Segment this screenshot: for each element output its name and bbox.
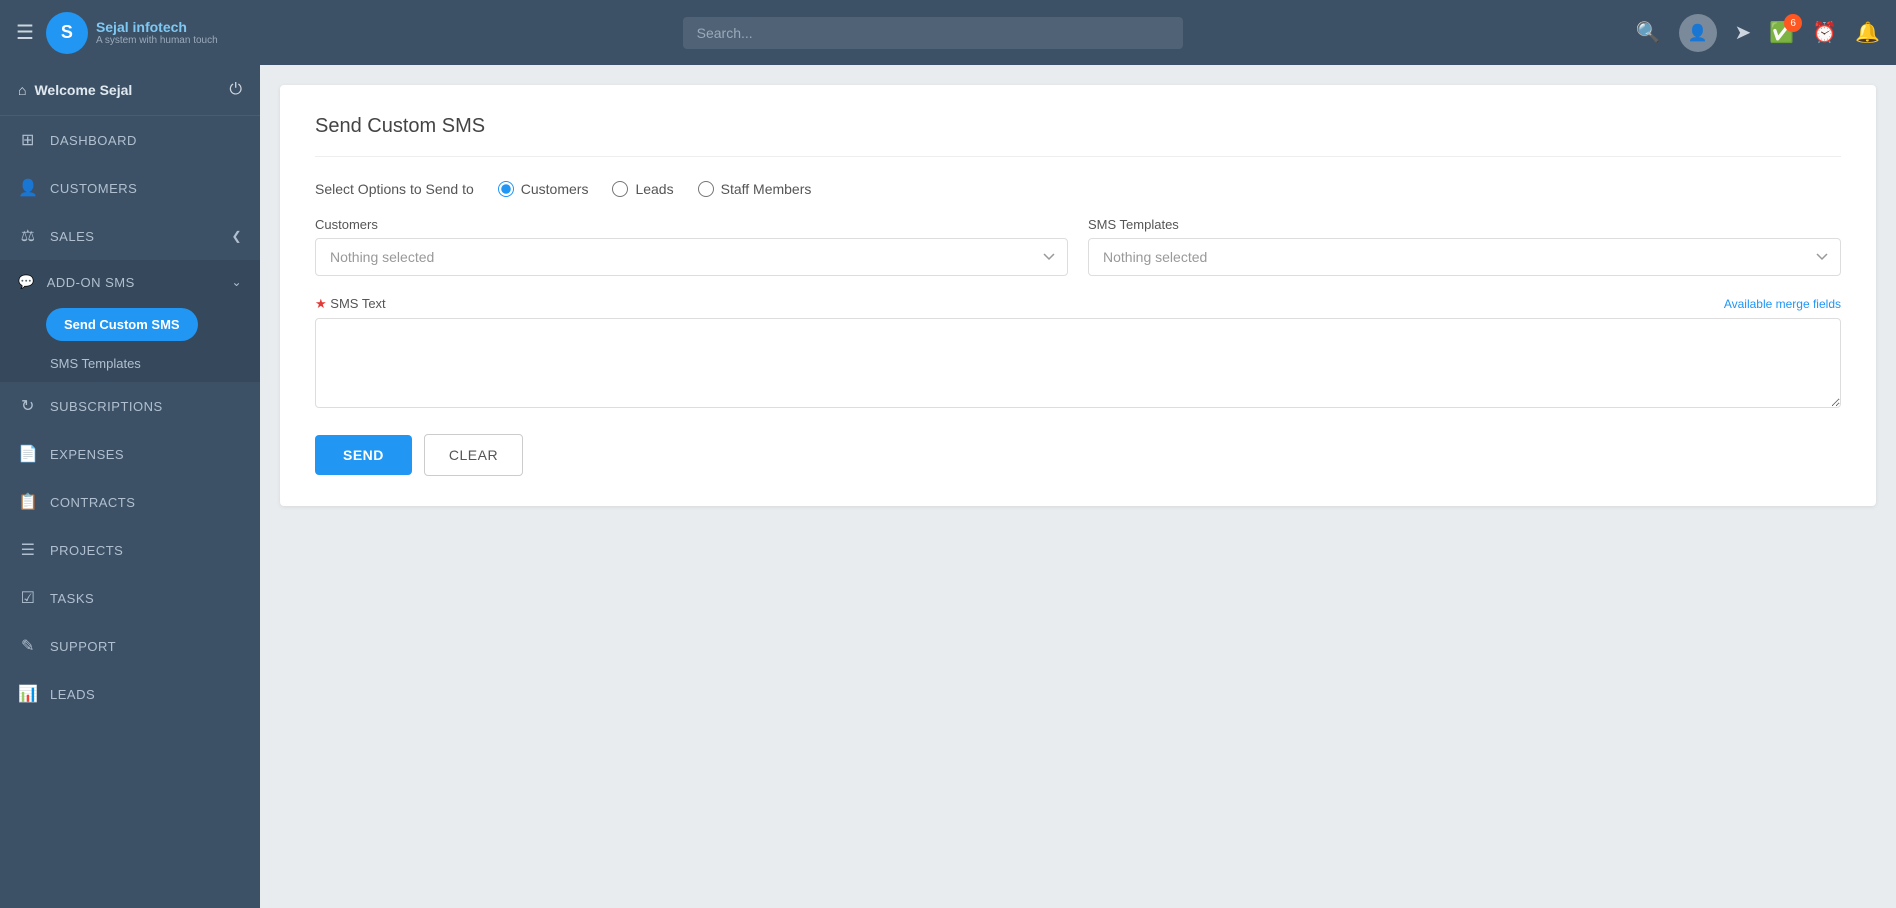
logo-icon: S (46, 12, 88, 54)
sidebar-item-dashboard[interactable]: ⊞ DASHBOARD (0, 116, 260, 164)
sidebar-item-label: SUPPORT (50, 639, 116, 654)
sms-text-section: ★ SMS Text Available merge fields (315, 296, 1841, 408)
subscriptions-icon: ↻ (18, 396, 38, 416)
sidebar-item-sales[interactable]: ⚖ SALES ❮ (0, 212, 260, 260)
home-icon: ⌂ (18, 82, 26, 98)
sidebar-item-label: CONTRACTS (50, 495, 135, 510)
sms-templates-dropdown[interactable]: Nothing selected (1088, 238, 1841, 276)
actions-row: SEND CLEAR (315, 434, 1841, 476)
topbar: ☰ S Sejal infotech A system with human t… (0, 0, 1896, 65)
sidebar-item-label: PROJECTS (50, 543, 123, 558)
sidebar-item-projects[interactable]: ☰ PROJECTS (0, 526, 260, 574)
radio-leads[interactable]: Leads (612, 181, 673, 197)
logo-text: Sejal infotech A system with human touch (96, 19, 218, 46)
form-section: Select Options to Send to Customers Lead… (315, 181, 1841, 476)
sms-text-label-text: SMS Text (330, 296, 385, 311)
topbar-left: ☰ S Sejal infotech A system with human t… (16, 12, 1636, 54)
send-button[interactable]: SEND (315, 435, 412, 475)
sidebar-item-subscriptions[interactable]: ↻ SUBSCRIPTIONS (0, 382, 260, 430)
sms-templates-link[interactable]: SMS Templates (0, 345, 260, 382)
sms-text-header: ★ SMS Text Available merge fields (315, 296, 1841, 312)
sidebar-item-tasks[interactable]: ☑ TASKS (0, 574, 260, 622)
sidebar-item-expenses[interactable]: 📄 EXPENSES (0, 430, 260, 478)
sidebar: ⌂ Welcome Sejal ⏻ ⊞ DASHBOARD 👤 CUSTOMER… (0, 65, 260, 908)
sales-icon: ⚖ (18, 226, 38, 246)
bell-icon[interactable]: 🔔 (1855, 20, 1880, 45)
badge-count: 6 (1784, 14, 1802, 32)
sidebar-welcome: ⌂ Welcome Sejal (18, 82, 132, 98)
dashboard-icon: ⊞ (18, 130, 38, 150)
clear-button[interactable]: CLEAR (424, 434, 523, 476)
hamburger-icon[interactable]: ☰ (16, 20, 34, 45)
projects-icon: ☰ (18, 540, 38, 560)
sidebar-item-label: DASHBOARD (50, 133, 137, 148)
sidebar-header: ⌂ Welcome Sejal ⏻ (0, 65, 260, 116)
main-content: Send Custom SMS Select Options to Send t… (260, 65, 1896, 908)
send-custom-sms-button[interactable]: Send Custom SMS (46, 308, 198, 341)
logo-area: S Sejal infotech A system with human tou… (46, 12, 218, 54)
support-icon: ✎ (18, 636, 38, 656)
customers-dropdown[interactable]: Nothing selected (315, 238, 1068, 276)
radio-staff-label: Staff Members (721, 181, 812, 197)
sidebar-item-label: LEADS (50, 687, 95, 702)
radio-leads-input[interactable] (612, 181, 628, 197)
sidebar-item-leads[interactable]: 📊 LEADS (0, 670, 260, 718)
sms-text-label: ★ SMS Text (315, 296, 386, 312)
page-title: Send Custom SMS (315, 115, 1841, 157)
welcome-text: Welcome Sejal (34, 82, 132, 98)
sms-templates-dropdown-label: SMS Templates (1088, 217, 1841, 232)
radio-leads-label: Leads (635, 181, 673, 197)
sms-text-input[interactable] (315, 318, 1841, 408)
leads-icon: 📊 (18, 684, 38, 704)
select-options-row: Select Options to Send to Customers Lead… (315, 181, 1841, 197)
radio-customers-input[interactable] (498, 181, 514, 197)
sidebar-item-label: EXPENSES (50, 447, 124, 462)
customers-icon: 👤 (18, 178, 38, 198)
chevron-down-icon: ⌄ (231, 275, 242, 289)
sidebar-item-addon-sms[interactable]: 💬 ADD-ON SMS ⌄ (0, 260, 260, 304)
radio-staff-members[interactable]: Staff Members (698, 181, 812, 197)
clock-icon[interactable]: ⏰ (1812, 20, 1837, 45)
sidebar-item-label: ADD-ON SMS (47, 275, 135, 290)
card: Send Custom SMS Select Options to Send t… (280, 85, 1876, 506)
contracts-icon: 📋 (18, 492, 38, 512)
forward-icon[interactable]: ➤ (1735, 20, 1752, 45)
sidebar-item-label: TASKS (50, 591, 94, 606)
sms-text-required-star: ★ (315, 296, 330, 311)
sidebar-item-contracts[interactable]: 📋 CONTRACTS (0, 478, 260, 526)
radio-group: Customers Leads Staff Members (498, 181, 812, 197)
sidebar-item-label: SUBSCRIPTIONS (50, 399, 163, 414)
chevron-right-icon: ❮ (231, 229, 242, 243)
merge-fields-link[interactable]: Available merge fields (1724, 297, 1841, 311)
tasks-sidebar-icon: ☑ (18, 588, 38, 608)
app-subtitle: A system with human touch (96, 35, 218, 46)
radio-staff-input[interactable] (698, 181, 714, 197)
sidebar-item-customers[interactable]: 👤 CUSTOMERS (0, 164, 260, 212)
expenses-icon: 📄 (18, 444, 38, 464)
avatar[interactable]: 👤 (1679, 14, 1717, 52)
power-icon[interactable]: ⏻ (229, 81, 242, 99)
tasks-icon[interactable]: ✅ 6 (1769, 20, 1794, 45)
app-title: Sejal infotech (96, 19, 218, 35)
sms-templates-dropdown-group: SMS Templates Nothing selected (1088, 217, 1841, 276)
radio-customers[interactable]: Customers (498, 181, 589, 197)
radio-customers-label: Customers (521, 181, 589, 197)
customers-dropdown-group: Customers Nothing selected (315, 217, 1068, 276)
search-input[interactable] (683, 17, 1183, 49)
addon-sms-section: 💬 ADD-ON SMS ⌄ Send Custom SMS SMS Templ… (0, 260, 260, 382)
select-options-label: Select Options to Send to (315, 181, 474, 197)
topbar-right: 🔍 👤 ➤ ✅ 6 ⏰ 🔔 (1636, 14, 1880, 52)
customers-dropdown-label: Customers (315, 217, 1068, 232)
layout: ⌂ Welcome Sejal ⏻ ⊞ DASHBOARD 👤 CUSTOMER… (0, 65, 1896, 908)
sidebar-item-label: CUSTOMERS (50, 181, 137, 196)
sidebar-item-support[interactable]: ✎ SUPPORT (0, 622, 260, 670)
sidebar-item-label: SALES (50, 229, 94, 244)
search-bar (683, 17, 1183, 49)
dropdowns-row: Customers Nothing selected SMS Templates… (315, 217, 1841, 276)
search-icon[interactable]: 🔍 (1636, 20, 1661, 45)
sms-icon: 💬 (18, 274, 35, 290)
